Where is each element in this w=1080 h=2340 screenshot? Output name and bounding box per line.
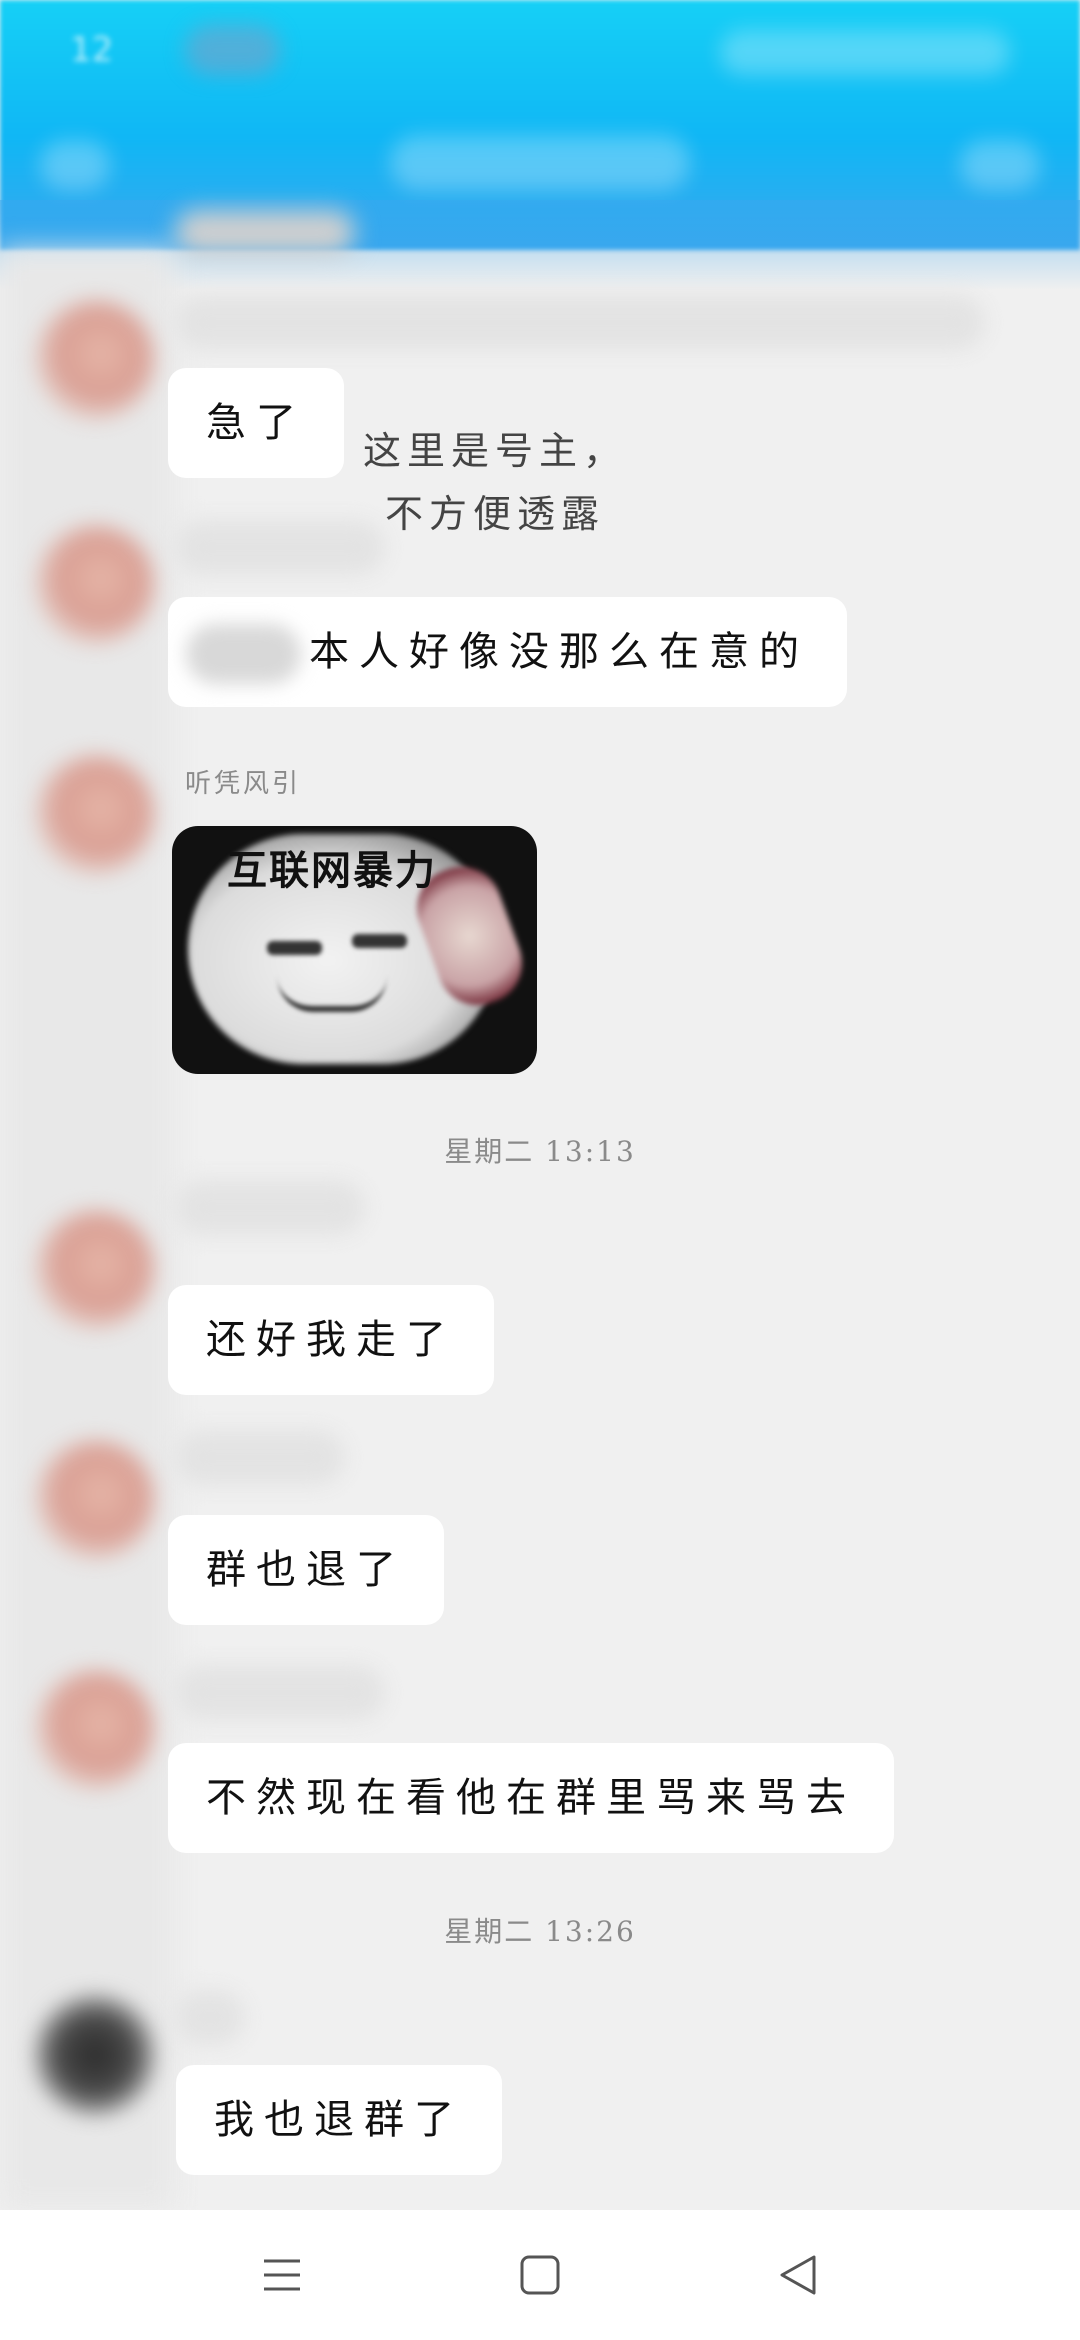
timestamp: 星期二 13:26 (444, 1915, 636, 1948)
redacted-name (175, 1430, 345, 1485)
message-bubble[interactable]: 我也退群了 (176, 2065, 502, 2175)
message-text: 还好我走了 (206, 1317, 456, 1363)
redacted-name (175, 1990, 245, 2045)
home-button[interactable] (470, 2210, 610, 2340)
message-text: 群也退了 (206, 1547, 406, 1593)
message-text: 我也退群了 (214, 2097, 464, 2143)
redacted-name (175, 520, 385, 575)
redacted-text (186, 624, 301, 684)
overlay-line: 这里是号主， (362, 429, 627, 473)
redacted-name (175, 295, 985, 350)
sticker-eye (352, 934, 407, 948)
menu-button[interactable] (212, 2210, 352, 2340)
sticker-eye (267, 941, 322, 955)
avatar[interactable] (35, 755, 155, 875)
redacted-name (175, 1180, 365, 1235)
overlay-note: 这里是号主， 不方便透露 (330, 420, 660, 546)
back-button[interactable] (728, 2210, 868, 2340)
avatar[interactable] (35, 1995, 155, 2115)
redacted-name (175, 1665, 385, 1720)
back-button[interactable] (40, 140, 110, 190)
message-bubble[interactable]: 急了 (168, 368, 344, 478)
home-square-icon (520, 2255, 560, 2295)
sticker-image[interactable]: 互联网暴力 (172, 826, 537, 1074)
message-bubble[interactable]: 不然现在看他在群里骂来骂去 (168, 1743, 894, 1853)
message-text: 不然现在看他在群里骂来骂去 (206, 1775, 856, 1821)
avatar[interactable] (35, 1210, 155, 1330)
redacted-name (175, 210, 355, 255)
system-navigation-bar (0, 2210, 1080, 2340)
message-text: 急了 (206, 400, 306, 446)
status-time: 12 (70, 30, 114, 70)
sender-name: 听凭风引 (185, 769, 302, 799)
message-bubble[interactable]: 本人好像没那么在意的 (168, 597, 847, 707)
message-bubble[interactable]: 群也退了 (168, 1515, 444, 1625)
back-triangle-icon (780, 2255, 816, 2295)
avatar[interactable] (35, 1670, 155, 1790)
avatar[interactable] (35, 300, 155, 420)
status-icons-left (185, 25, 280, 75)
message-bubble[interactable]: 还好我走了 (168, 1285, 494, 1395)
avatar[interactable] (35, 525, 155, 645)
chat-title (390, 135, 690, 190)
more-button[interactable] (960, 140, 1040, 190)
menu-icon (264, 2259, 300, 2291)
status-icons-right (720, 30, 1010, 75)
sticker-caption: 互联网暴力 (227, 848, 437, 894)
timestamp: 星期二 13:13 (444, 1135, 636, 1168)
message-text: 本人好像没那么在意的 (309, 629, 809, 675)
avatar[interactable] (35, 1440, 155, 1560)
